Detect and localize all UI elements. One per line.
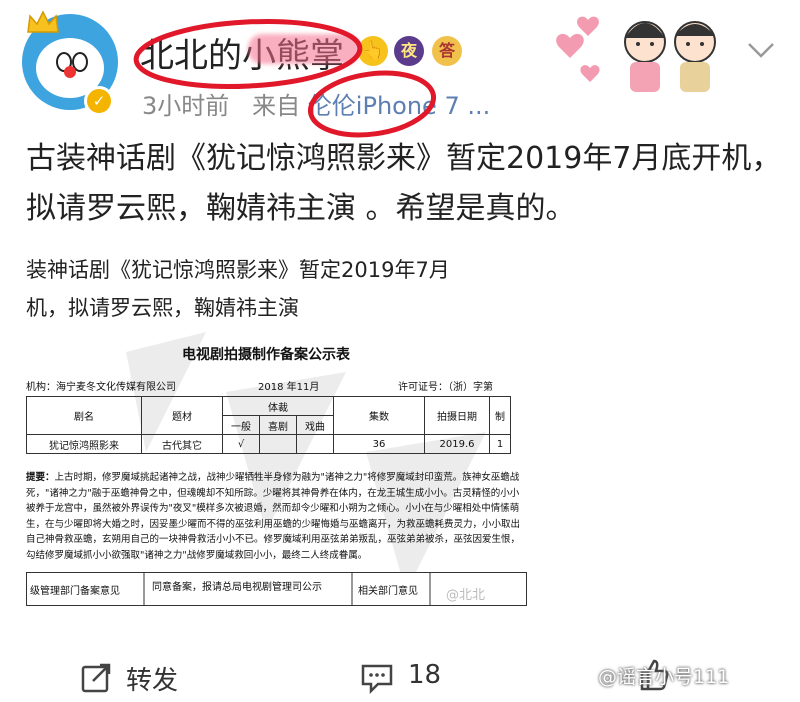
table-cell [296, 434, 334, 454]
summary-label: 提要： [26, 472, 55, 483]
table-cell: 2019.6 [424, 434, 490, 454]
table-cell: 犹记惊鸿照影来 [26, 434, 142, 454]
crown-icon [27, 10, 59, 33]
record-table: 剧名 题材 体裁 集数 拍摄日期 制 一般 喜剧 戏曲 犹记惊鸿照影来 古代其它… [26, 396, 511, 454]
image-watermark: @北北 [446, 588, 486, 603]
table-header: 体裁 [222, 396, 334, 416]
comment-count[interactable]: 18 [408, 660, 441, 690]
timestamp: 3小时前 [142, 92, 230, 120]
answer-badge-icon[interactable]: 答 [432, 36, 462, 66]
table-header: 题材 [141, 396, 223, 435]
repost-button[interactable]: 转发 [126, 660, 178, 697]
table-title: 电视剧拍摄制作备案公示表 [182, 347, 350, 363]
table-header: 拍摄日期 [424, 396, 490, 435]
image-text-line: 装神话剧《犹记惊鸿照影来》暂定2019年7月 [26, 258, 450, 282]
image-text-line: 机，拟请罗云熙，鞠婧祎主演 [26, 296, 299, 320]
comment-icon[interactable] [360, 662, 394, 694]
night-badge-icon[interactable]: 夜 [394, 36, 424, 66]
table-cell: 36 [333, 434, 425, 454]
license-label: 许可证号：（浙）字第 [398, 382, 493, 393]
date-label: 2018 年11月 [258, 382, 320, 393]
table-cell: 古代其它 [141, 434, 223, 454]
post-text: 古装神话剧《犹记惊鸿照影来》暂定2019年7月底开机，拟请罗云熙，鞠婧祎主演 。… [26, 141, 782, 226]
repost-icon[interactable] [80, 662, 112, 694]
table-cell: √ [222, 434, 260, 454]
summary-text: 提要：上古时期，修罗魔域挑起诸神之战，战神少曜牺牲半身修为融为"诸神之力"将修罗… [26, 470, 526, 563]
table-header: 制 [489, 396, 511, 435]
table-header: 剧名 [26, 396, 142, 435]
bottom-left-cell: 级管理部门备案意见 [30, 586, 120, 597]
table-header: 戏曲 [296, 415, 334, 435]
verified-badge-icon: ✓ [84, 86, 114, 116]
source-prefix: 来自 [252, 92, 301, 120]
avatar-nose [64, 66, 76, 78]
table-cell [259, 434, 297, 454]
bottom-right-cell: 相关部门意见 [358, 586, 418, 597]
chevron-down-icon[interactable] [746, 38, 776, 62]
couple-sticker-icon [556, 16, 716, 92]
table-cell: 1 [489, 434, 511, 454]
weibo-watermark: @谣言小号111 [598, 666, 730, 688]
table-header: 集数 [333, 396, 425, 435]
table-row: 犹记惊鸿照影来 古代其它 √ 36 2019.6 1 [26, 434, 511, 454]
table-header: 喜剧 [259, 415, 297, 435]
bottom-mid-cell: 同意备案，报请总局电视剧管理司公示 [152, 582, 322, 593]
post-image[interactable]: 装神话剧《犹记惊鸿照影来》暂定2019年7月 机，拟请罗云熙，鞠婧祎主演 电视剧… [26, 252, 528, 612]
table-header: 一般 [222, 415, 260, 435]
red-circle-annotation-icon [307, 70, 437, 138]
org-label: 机构：海宁麦冬文化传媒有限公司 [26, 382, 176, 393]
summary-body: 上古时期，修罗魔域挑起诸神之战，战神少曜牺牲半身修为融为"诸神之力"将修罗魔域封… [26, 472, 521, 561]
